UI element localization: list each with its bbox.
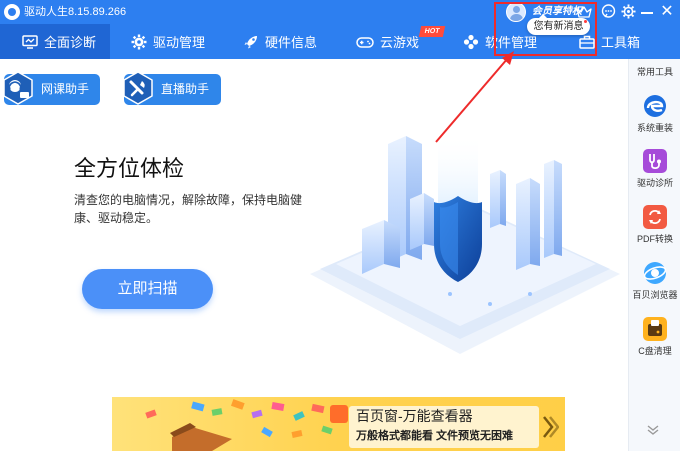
hot-badge: HOT bbox=[418, 26, 446, 37]
tab-label: 全面诊断 bbox=[44, 35, 97, 50]
tool-pdf-convert[interactable]: PDF转换 bbox=[629, 204, 680, 256]
tool-label: 系统重装 bbox=[636, 123, 673, 133]
settings-gear-icon[interactable] bbox=[621, 4, 636, 19]
tab-label: 驱动管理 bbox=[153, 35, 206, 50]
tab-hardware-info[interactable]: 硬件信息 bbox=[243, 24, 317, 59]
banner-arrow-icon[interactable] bbox=[541, 412, 559, 442]
banner-title: 百页窗-万能查看器 bbox=[356, 408, 473, 424]
tool-driver-clinic[interactable]: 驱动诊所 bbox=[629, 148, 680, 200]
banner-app-logo bbox=[330, 405, 348, 423]
chevron-down-icon[interactable] bbox=[646, 424, 660, 436]
tool-label: 百贝浏览器 bbox=[632, 290, 678, 300]
common-tools-sidebar: 常用工具 系统重装 驱动诊所 PDF转换 百贝浏览器 C盘清理 bbox=[628, 59, 680, 451]
annotation-arrow bbox=[435, 51, 514, 143]
sidebar-heading: 常用工具 bbox=[636, 67, 673, 77]
close-button[interactable]: ✕ bbox=[658, 3, 676, 21]
tool-c-drive-clean[interactable]: C盘清理 bbox=[629, 316, 680, 368]
tool-system-reinstall[interactable]: 系统重装 bbox=[629, 93, 680, 145]
live-stream-helper-button[interactable]: 直播助手 bbox=[123, 71, 221, 105]
tab-cloud-gaming[interactable]: 云游戏 bbox=[356, 24, 419, 59]
tool-label: C盘清理 bbox=[638, 346, 672, 356]
disk-clean-icon bbox=[643, 317, 667, 341]
app-title: 驱动人生8.15.89.266 bbox=[24, 6, 127, 18]
stethoscope-icon bbox=[643, 149, 667, 173]
tab-label: 云游戏 bbox=[380, 35, 420, 50]
tab-full-diagnosis[interactable]: 全面诊断 bbox=[0, 24, 110, 59]
tool-baibei-browser[interactable]: 百贝浏览器 bbox=[629, 260, 680, 312]
helper-label: 直播助手 bbox=[161, 82, 210, 96]
file-formats-illustration bbox=[145, 399, 333, 451]
scan-now-button[interactable]: 立即扫描 bbox=[82, 269, 213, 309]
banner-subtitle: 万般格式都能看 文件预览无困难 bbox=[356, 430, 514, 442]
app-logo-icon bbox=[4, 4, 20, 20]
minimize-button[interactable] bbox=[639, 4, 655, 20]
tab-label: 硬件信息 bbox=[265, 35, 318, 50]
tool-label: PDF转换 bbox=[636, 234, 673, 244]
message-icon[interactable] bbox=[601, 4, 616, 19]
helper-label: 网课助手 bbox=[41, 82, 90, 96]
online-class-icon bbox=[3, 71, 33, 105]
hero-description: 清查您的电脑情况，解除故障，保持电脑健康、驱动稳定。 bbox=[74, 193, 303, 225]
browser-icon bbox=[643, 262, 667, 284]
pdf-convert-icon bbox=[643, 205, 667, 229]
edge-icon bbox=[644, 95, 666, 117]
tab-driver-management[interactable]: 驱动管理 bbox=[131, 24, 205, 59]
gamepad-icon bbox=[356, 36, 374, 48]
live-stream-icon bbox=[123, 71, 153, 105]
hero-title: 全方位体检 bbox=[74, 156, 185, 181]
monitor-icon bbox=[22, 34, 38, 49]
rocket-icon bbox=[244, 35, 257, 48]
tool-label: 驱动诊所 bbox=[636, 178, 673, 188]
tab-label: 工具箱 bbox=[601, 35, 641, 50]
gear-icon bbox=[131, 34, 147, 49]
online-class-helper-button[interactable]: 网课助手 bbox=[3, 71, 100, 105]
